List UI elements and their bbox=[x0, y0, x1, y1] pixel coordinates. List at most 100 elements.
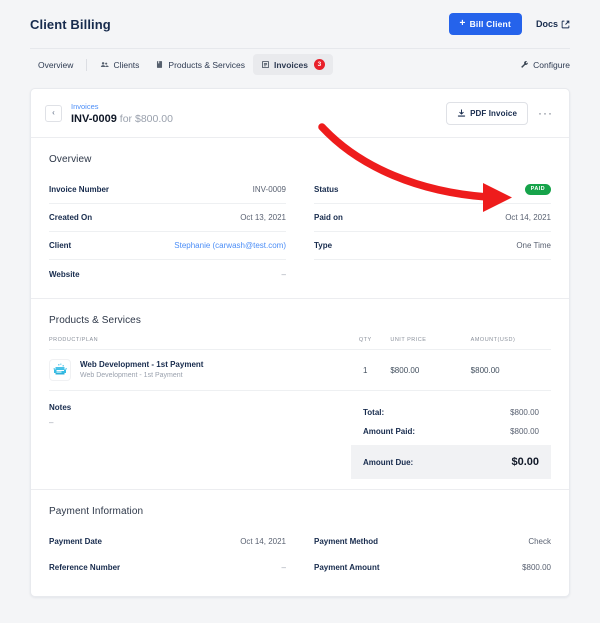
configure-button[interactable]: Configure bbox=[520, 60, 570, 70]
products-table: PRODUCT/PLAN QTY UNIT PRICE AMOUNT(USD) bbox=[49, 337, 551, 391]
configure-label: Configure bbox=[533, 60, 570, 70]
notes-block: Notes – bbox=[49, 403, 71, 479]
product-description: Web Development - 1st Payment bbox=[80, 371, 203, 380]
external-link-icon bbox=[561, 20, 570, 29]
field-value: $800.00 bbox=[522, 563, 551, 572]
overview-title: Overview bbox=[49, 154, 551, 165]
field-label: Payment Date bbox=[49, 537, 102, 546]
product-name: Web Development - 1st Payment bbox=[80, 360, 203, 370]
overview-right-column: Status PAID Paid on Oct 14, 2021 Type On… bbox=[314, 176, 551, 288]
cloud-glyph bbox=[51, 361, 69, 379]
col-unit-price: UNIT PRICE bbox=[390, 337, 470, 350]
total-row: Total: $800.00 bbox=[351, 403, 551, 422]
field-value: Oct 14, 2021 bbox=[505, 213, 551, 222]
tab-products-services[interactable]: Products & Services bbox=[147, 55, 253, 75]
cell-unit-price: $800.00 bbox=[390, 350, 470, 391]
field-type: Type One Time bbox=[314, 232, 551, 260]
client-link[interactable]: Stephanie (carwash@test.com) bbox=[174, 241, 286, 250]
overview-left-column: Invoice Number INV-0009 Created On Oct 1… bbox=[49, 176, 286, 288]
bill-client-button[interactable]: + Bill Client bbox=[449, 13, 522, 35]
header-actions: + Bill Client Docs bbox=[449, 13, 570, 35]
tab-invoices[interactable]: Invoices 3 bbox=[253, 54, 333, 75]
invoice-icon bbox=[261, 60, 270, 69]
field-value: – bbox=[282, 563, 286, 572]
products-title: Products & Services bbox=[49, 315, 551, 326]
field-invoice-number: Invoice Number INV-0009 bbox=[49, 176, 286, 204]
notes-and-totals: Notes – Total: $800.00 Amount Paid: $800… bbox=[49, 391, 551, 479]
invoice-card: ‹ Invoices INV-0009 for $800.00 P bbox=[30, 88, 570, 597]
field-label: Invoice Number bbox=[49, 185, 109, 194]
field-value: INV-0009 bbox=[253, 185, 286, 194]
app-root: Client Billing + Bill Client Docs Overvi… bbox=[0, 0, 600, 623]
field-label: Payment Method bbox=[314, 537, 378, 546]
products-table-head: PRODUCT/PLAN QTY UNIT PRICE AMOUNT(USD) bbox=[49, 337, 551, 350]
field-label: Website bbox=[49, 270, 80, 279]
field-status: Status PAID bbox=[314, 176, 551, 204]
overview-grid: Invoice Number INV-0009 Created On Oct 1… bbox=[49, 176, 551, 288]
col-product-plan: PRODUCT/PLAN bbox=[49, 337, 340, 350]
pdf-invoice-label: PDF Invoice bbox=[470, 109, 517, 118]
tab-invoices-label: Invoices bbox=[274, 60, 308, 70]
cell-amount: $800.00 bbox=[471, 350, 551, 391]
tab-list: Overview Clients Products & Services bbox=[30, 54, 333, 75]
download-icon bbox=[457, 109, 466, 118]
field-website: Website – bbox=[49, 260, 286, 288]
tab-bar: Overview Clients Products & Services bbox=[30, 48, 570, 80]
notes-body: – bbox=[49, 418, 71, 427]
field-payment-date: Payment Date Oct 14, 2021 bbox=[49, 528, 286, 554]
field-label: Status bbox=[314, 185, 338, 194]
people-icon bbox=[100, 60, 109, 69]
cloud-icon bbox=[49, 359, 71, 381]
field-value: One Time bbox=[516, 241, 551, 250]
products-services-section: Products & Services PRODUCT/PLAN QTY UNI… bbox=[31, 299, 569, 490]
pdf-invoice-button[interactable]: PDF Invoice bbox=[446, 102, 528, 125]
col-qty: QTY bbox=[340, 337, 390, 350]
col-amount: AMOUNT(USD) bbox=[471, 337, 551, 350]
field-label: Paid on bbox=[314, 213, 343, 222]
invoice-card-header: ‹ Invoices INV-0009 for $800.00 P bbox=[31, 89, 569, 138]
field-payment-amount: Payment Amount $800.00 bbox=[314, 554, 551, 580]
invoice-title-block: Invoices INV-0009 for $800.00 bbox=[71, 101, 173, 125]
invoice-amount: $800.00 bbox=[135, 113, 173, 125]
field-label: Created On bbox=[49, 213, 92, 222]
field-label: Type bbox=[314, 241, 332, 250]
tab-overview[interactable]: Overview bbox=[30, 55, 81, 75]
overview-section: Overview Invoice Number INV-0009 Created… bbox=[31, 138, 569, 299]
products-table-body: Web Development - 1st Payment Web Develo… bbox=[49, 350, 551, 391]
field-value: Oct 14, 2021 bbox=[240, 537, 286, 546]
payment-grid: Payment Date Oct 14, 2021 Reference Numb… bbox=[49, 528, 551, 580]
cell-qty: 1 bbox=[340, 350, 390, 391]
payment-information-section: Payment Information Payment Date Oct 14,… bbox=[31, 490, 569, 596]
breadcrumb[interactable]: Invoices bbox=[71, 101, 173, 112]
invoice-identity: ‹ Invoices INV-0009 for $800.00 bbox=[45, 101, 173, 125]
amount-due-value: $0.00 bbox=[511, 456, 539, 468]
amount-paid-row: Amount Paid: $800.00 bbox=[351, 422, 551, 441]
field-payment-method: Payment Method Check bbox=[314, 528, 551, 554]
wrench-icon bbox=[520, 60, 529, 69]
totals-block: Total: $800.00 Amount Paid: $800.00 Amou… bbox=[351, 403, 551, 479]
amount-paid-label: Amount Paid: bbox=[363, 427, 415, 436]
table-header-row: PRODUCT/PLAN QTY UNIT PRICE AMOUNT(USD) bbox=[49, 337, 551, 350]
field-created-on: Created On Oct 13, 2021 bbox=[49, 204, 286, 232]
amount-paid-value: $800.00 bbox=[510, 427, 539, 436]
back-button[interactable]: ‹ bbox=[45, 105, 62, 122]
tab-clients[interactable]: Clients bbox=[92, 55, 147, 75]
box-icon bbox=[155, 60, 164, 69]
amount-due-label: Amount Due: bbox=[363, 458, 413, 467]
tab-divider bbox=[86, 59, 87, 71]
table-row: Web Development - 1st Payment Web Develo… bbox=[49, 350, 551, 391]
payment-information-title: Payment Information bbox=[49, 506, 551, 517]
invoice-summary-line: INV-0009 for $800.00 bbox=[71, 113, 173, 125]
docs-label: Docs bbox=[536, 19, 558, 29]
more-options-button[interactable]: ··· bbox=[538, 107, 553, 119]
field-value: – bbox=[282, 270, 286, 279]
cell-product: Web Development - 1st Payment Web Develo… bbox=[49, 350, 340, 391]
tab-overview-label: Overview bbox=[38, 60, 73, 70]
field-value: Oct 13, 2021 bbox=[240, 213, 286, 222]
docs-link[interactable]: Docs bbox=[536, 19, 570, 29]
status-badge: PAID bbox=[525, 184, 551, 195]
total-value: $800.00 bbox=[510, 408, 539, 417]
product-cell: Web Development - 1st Payment Web Develo… bbox=[49, 359, 340, 381]
payment-left-column: Payment Date Oct 14, 2021 Reference Numb… bbox=[49, 528, 286, 580]
top-header: Client Billing + Bill Client Docs bbox=[0, 0, 600, 48]
